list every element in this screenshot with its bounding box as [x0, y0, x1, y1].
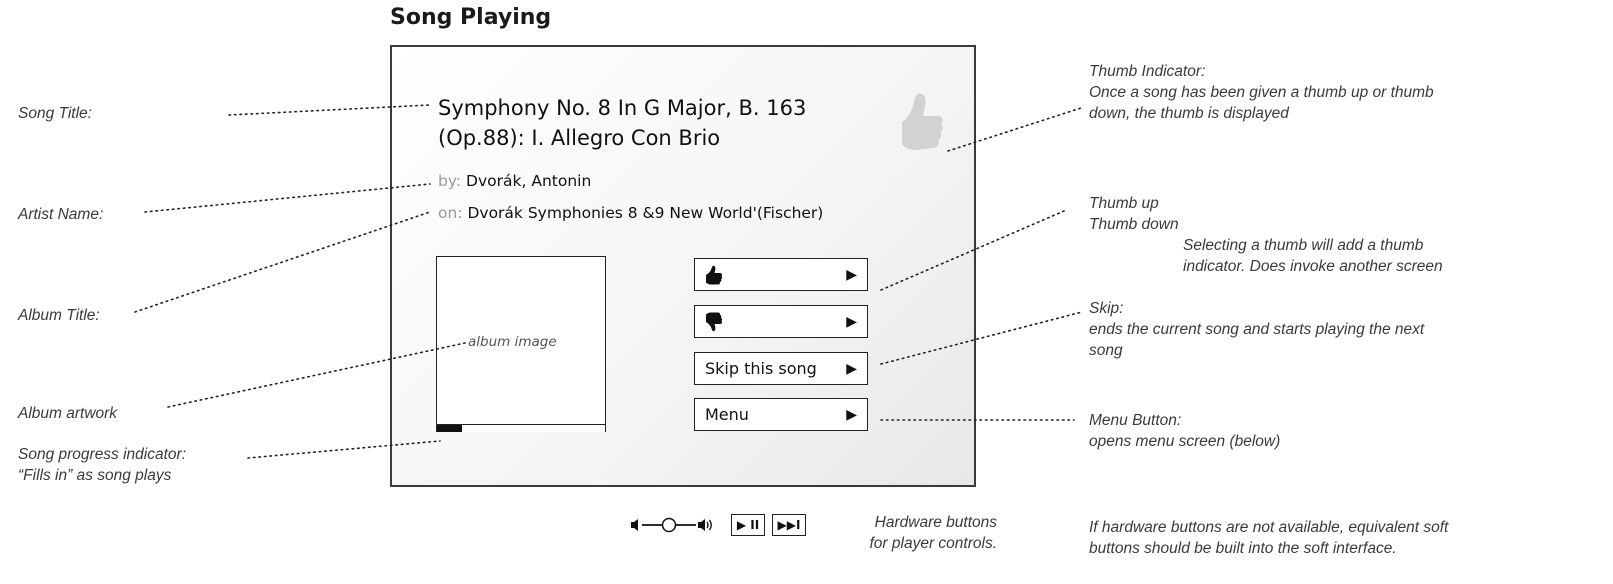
leader-artist-name [144, 183, 431, 213]
leader-album-title [134, 211, 431, 313]
leader-progress [247, 440, 441, 459]
leader-song-title [228, 104, 431, 116]
leader-lines [134, 104, 1083, 459]
leader-album-artwork [167, 342, 466, 408]
leader-thumb-indicator [947, 107, 1082, 152]
leader-skip [880, 311, 1083, 365]
leader-thumb-buttons [880, 210, 1065, 291]
